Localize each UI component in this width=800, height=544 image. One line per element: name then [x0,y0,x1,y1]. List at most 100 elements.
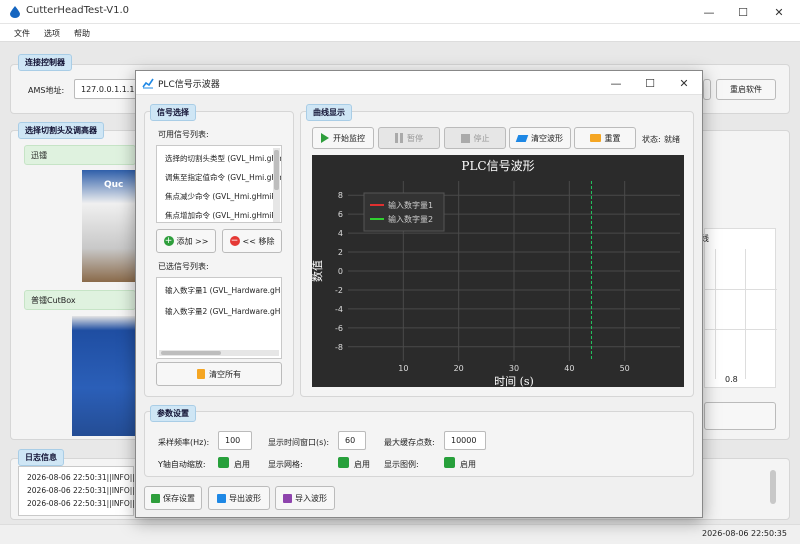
signal-select-group-title: 信号选择 [150,104,196,121]
clear-all-label: 清空所有 [209,369,241,379]
window-input[interactable]: 60 [338,431,366,450]
minus-circle-icon: − [229,236,240,246]
status-time: 2026-08-06 22:50:35 [702,529,787,538]
remove-button[interactable]: − << 移除 [222,229,282,253]
legend-enable-label: 启用 [460,460,476,469]
grid-checkbox[interactable] [338,457,349,468]
x-tick-label: 10 [398,364,408,373]
selected-item[interactable]: 输入数字量2 (GVL_Hardware.gHa [165,306,281,317]
start-monitor-label: 开始监控 [333,133,365,143]
clear-wave-label: 清空波形 [531,133,563,143]
maximize-button[interactable]: ☐ [726,0,760,24]
y-tick-label: -4 [335,305,343,314]
save-settings-button[interactable]: 保存设置 [144,486,202,510]
dialog-close-button[interactable]: ✕ [668,71,700,95]
params-group-title: 参数设置 [150,405,196,422]
cutter-item-xunlei[interactable]: 迅镭 [24,145,136,165]
log-group-title: 日志信息 [18,449,64,466]
dialog-title: PLC信号示波器 [158,80,220,90]
available-item[interactable]: 焦点增加命令 (GVL_Hmi.gHmiP [165,210,281,221]
available-item[interactable]: 焦点减少命令 (GVL_Hmi.gHmiP [165,191,281,202]
log-list[interactable]: 2026-08-06 22:50:31||INFO||pl 2026-08-06… [18,466,142,516]
selected-label: 已选信号列表: [158,262,209,271]
cutter-item-cutbox[interactable]: 普镭CutBox [24,290,136,310]
import-icon [283,493,292,503]
plc-scope-dialog: PLC信号示波器 — ☐ ✕ 信号选择 可用信号列表: 选择的切割头类型 (GV… [135,70,703,518]
ams-input[interactable]: 127.0.0.1.1.1 [74,79,138,99]
minimize-button[interactable]: — [692,0,726,24]
selected-list[interactable]: 输入数字量1 (GVL_Hardware.gHa 输入数字量2 (GVL_Har… [156,277,282,359]
hidden-button-edge[interactable] [703,79,711,100]
log-line: 2026-08-06 22:50:31||INFO||m [27,486,143,495]
statusbar: 2026-08-06 22:50:35 [0,524,800,544]
export-wave-label: 导出波形 [229,493,261,503]
menubar: 文件 选项 帮助 [0,24,800,42]
background-plot-tick: 0.8 [725,375,738,384]
restart-button[interactable]: 重启软件 [716,79,776,100]
y-tick-label: -2 [335,286,343,295]
stop-icon [460,133,470,143]
trash-icon [197,369,205,379]
play-icon [321,133,329,143]
app-title: CutterHeadTest-V1.0 [26,5,130,16]
log-scrollbar[interactable] [770,470,776,504]
available-item[interactable]: 调焦至指定值命令 (GVL_Hmi.gHmiP [165,172,281,183]
pause-icon [395,133,403,143]
remove-button-label: << 移除 [242,236,275,246]
xunlei-cutter-image: Quc [82,170,136,282]
selected-hscrollbar[interactable] [159,350,279,356]
connect-group-title: 连接控制器 [18,54,72,71]
x-tick-label: 40 [564,364,574,373]
yauto-checkbox[interactable] [218,457,229,468]
dialog-minimize-button[interactable]: — [600,71,632,95]
curve-group-title: 曲线显示 [306,104,352,121]
y-tick-label: 6 [338,210,343,219]
add-button[interactable]: + 添加 >> [156,229,216,253]
pause-label: 暂停 [407,133,423,143]
legend-checkbox[interactable] [444,457,455,468]
x-tick-label: 20 [454,364,464,373]
y-tick-label: 2 [338,248,343,257]
dialog-maximize-button[interactable]: ☐ [634,71,666,95]
pause-button[interactable]: 暂停 [378,127,440,149]
clear-wave-button[interactable]: 清空波形 [509,127,571,149]
stop-button[interactable]: 停止 [444,127,506,149]
buffer-label: 最大缓存点数: [384,438,435,447]
menu-file[interactable]: 文件 [14,28,30,39]
selected-item[interactable]: 输入数字量1 (GVL_Hardware.gHa [165,285,281,296]
chart-title: PLC信号波形 [461,159,534,173]
available-label: 可用信号列表: [158,130,209,139]
stop-label: 停止 [473,133,490,143]
available-scrollbar[interactable] [273,148,280,222]
y-tick-label: -6 [335,324,343,333]
menu-help[interactable]: 帮助 [74,28,90,39]
close-button[interactable]: ✕ [762,0,796,24]
log-line: 2026-08-06 22:50:31||INFO||m [27,499,143,508]
export-wave-button[interactable]: 导出波形 [208,486,270,510]
rate-input[interactable]: 100 [218,431,252,450]
reset-button[interactable]: 重置 [574,127,636,149]
import-wave-button[interactable]: 导入波形 [275,486,335,510]
chart-line-icon [142,78,154,89]
cutbox-device-image [72,316,136,436]
dialog-titlebar: PLC信号示波器 — ☐ ✕ [136,71,702,95]
y-axis-label: 数值 [312,260,324,282]
window-label: 显示时间窗口(s): [268,438,330,447]
import-wave-label: 导入波形 [295,493,327,503]
legend-label: 输入数字量1 [388,200,433,210]
clear-all-button[interactable]: 清空所有 [156,362,282,386]
y-tick-label: 0 [338,267,343,276]
available-list[interactable]: 选择的切割头类型 (GVL_Hmi.gHmiF 调焦至指定值命令 (GVL_Hm… [156,145,282,223]
grid-label: 显示网格: [268,460,303,469]
buffer-input[interactable]: 10000 [444,431,486,450]
background-button[interactable] [704,402,776,430]
plc-waveform-chart[interactable]: PLC信号波形 10 20 30 40 50 -8 -6 -4 -2 0 2 4 6 8 时间 (s) 数值 输入… [312,155,684,387]
y-tick-label: -8 [335,343,343,352]
start-monitor-button[interactable]: 开始监控 [312,127,374,149]
available-item[interactable]: 选择的切割头类型 (GVL_Hmi.gHmiF [165,153,281,164]
ams-label: AMS地址: [28,86,65,95]
background-plot: 线 0.8 [701,228,777,388]
y-tick-label: 8 [338,191,343,200]
menu-options[interactable]: 选项 [44,28,60,39]
save-icon [151,493,160,503]
